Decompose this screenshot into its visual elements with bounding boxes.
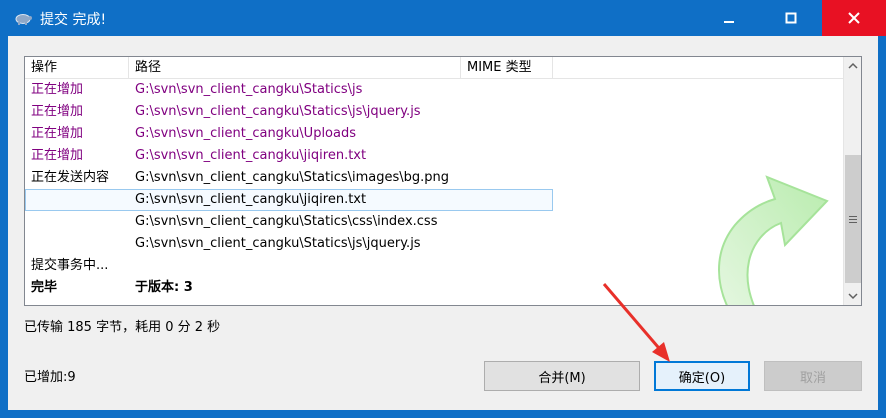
row-operation: 正在增加 — [31, 148, 84, 163]
title-bar[interactable]: 提交 完成! — [0, 0, 886, 36]
cancel-button[interactable]: 取消 — [764, 361, 862, 391]
row-path: G:\svn\svn_client_cangku\Statics\js\jque… — [135, 104, 421, 119]
minimize-button[interactable] — [698, 0, 760, 36]
row-path: G:\svn\svn_client_cangku\jiqiren.txt — [135, 192, 367, 207]
row-path: 于版本: 3 — [135, 280, 193, 295]
row-path: G:\svn\svn_client_cangku\jiqiren.txt — [135, 148, 367, 163]
scroll-thumb[interactable] — [845, 155, 861, 283]
list-item[interactable]: 正在增加 G:\svn\svn_client_cangku\Uploads — [25, 123, 843, 145]
added-count: 已增加:9 — [24, 370, 76, 385]
column-header-path[interactable]: 路径 — [129, 57, 461, 79]
row-path: G:\svn\svn_client_cangku\Uploads — [135, 126, 357, 141]
row-path: G:\svn\svn_client_cangku\Statics\images\… — [135, 170, 450, 185]
column-header-operation[interactable]: 操作 — [25, 57, 129, 79]
merge-button[interactable]: 合并(M) — [484, 361, 640, 391]
list-item[interactable]: 正在增加 G:\svn\svn_client_cangku\jiqiren.tx… — [25, 145, 843, 167]
list-item[interactable]: 正在增加 G:\svn\svn_client_cangku\Statics\js — [25, 79, 843, 101]
list-header: 操作 路径 MIME 类型 — [25, 57, 843, 79]
row-operation: 正在增加 — [31, 126, 84, 141]
ok-button[interactable]: 确定(O) — [654, 361, 750, 391]
row-path: G:\svn\svn_client_cangku\Statics\css\ind… — [135, 214, 438, 229]
grip-icon — [849, 216, 857, 223]
transfer-status: 已传输 185 字节，耗用 0 分 2 秒 — [24, 320, 221, 335]
vertical-scrollbar[interactable] — [843, 57, 861, 305]
commit-complete-arrow-icon — [718, 175, 829, 305]
commit-log-list[interactable]: 操作 路径 MIME 类型 正在增加 G:\svn\svn_client_can… — [24, 56, 862, 306]
row-operation: 正在增加 — [31, 104, 84, 119]
row-path: G:\svn\svn_client_cangku\Statics\js\jque… — [135, 236, 421, 251]
chevron-down-icon — [848, 293, 858, 300]
window-title: 提交 完成! — [40, 12, 107, 28]
chevron-up-icon — [848, 62, 858, 69]
row-operation: 正在发送内容 — [31, 170, 110, 185]
row-operation: 完毕 — [31, 280, 58, 295]
maximize-icon — [785, 12, 797, 24]
maximize-button[interactable] — [760, 0, 822, 36]
scroll-down-button[interactable] — [844, 287, 861, 305]
commit-finished-dialog: 提交 完成! 操作 路径 MIME 类型 正在增加 G:\svn\svn_cli… — [0, 0, 886, 418]
column-header-mime-type[interactable]: MIME 类型 — [461, 57, 553, 79]
row-operation: 正在增加 — [31, 82, 84, 97]
minimize-icon — [724, 21, 734, 23]
row-operation: 提交事务中... — [31, 258, 109, 273]
close-icon — [848, 12, 860, 24]
scroll-up-button[interactable] — [844, 57, 861, 75]
close-button[interactable] — [822, 0, 886, 36]
tortoise-icon — [14, 10, 32, 26]
row-path: G:\svn\svn_client_cangku\Statics\js — [135, 82, 363, 97]
dialog-body: 操作 路径 MIME 类型 正在增加 G:\svn\svn_client_can… — [8, 36, 878, 410]
list-item[interactable]: 正在增加 G:\svn\svn_client_cangku\Statics\js… — [25, 101, 843, 123]
